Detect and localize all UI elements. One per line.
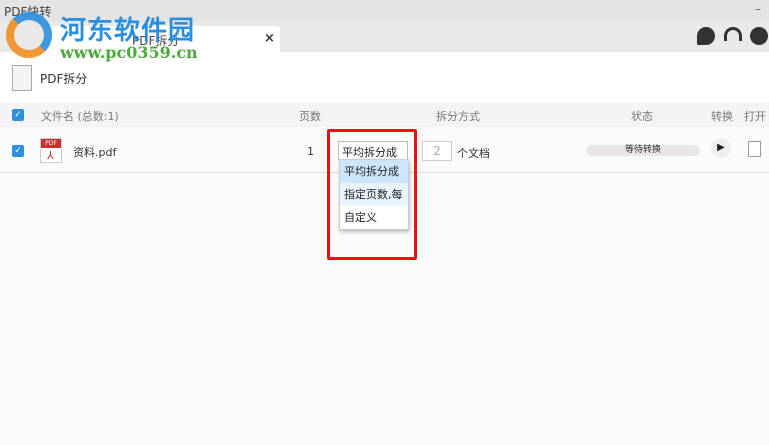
header-method: 拆分方式 [436, 110, 480, 123]
pdf-split-button[interactable]: PDF拆分 [40, 70, 87, 87]
file-name: 资料.pdf [73, 146, 117, 159]
open-file-icon[interactable] [748, 141, 761, 157]
table-header: ✓ 文件名 (总数:1) 页数 拆分方式 状态 转换 打开 [0, 103, 769, 127]
row-checkbox[interactable]: ✓ [12, 145, 24, 157]
header-open: 打开 [744, 110, 766, 123]
page-count: 1 [307, 145, 314, 158]
play-convert-button[interactable]: ▶ [711, 138, 731, 158]
header-pages: 页数 [299, 110, 321, 123]
highlight-box [327, 129, 417, 260]
watermark-name: 河东软件园 [60, 16, 196, 46]
headset-icon[interactable] [724, 27, 742, 41]
minimize-button[interactable]: – [755, 2, 761, 16]
header-status: 状态 [631, 110, 653, 123]
select-all-checkbox[interactable]: ✓ [12, 109, 24, 121]
header-filename: 文件名 (总数:1) [41, 110, 119, 123]
status-badge: 等待转换 [586, 145, 700, 156]
doc-count-input[interactable]: 2 [422, 141, 452, 161]
watermark-logo [6, 12, 52, 58]
play-icon: ▶ [717, 142, 725, 153]
header-convert: 转换 [711, 110, 733, 123]
user-icon[interactable] [750, 27, 768, 45]
pdf-split-icon[interactable] [12, 65, 32, 91]
doc-count-unit: 个文档 [457, 147, 490, 160]
tab-close-button[interactable]: × [264, 31, 275, 46]
watermark-url: www.pc0359.cn [60, 43, 198, 62]
chat-icon[interactable] [697, 27, 715, 45]
pdf-file-icon: PDF ⅄ [40, 138, 62, 163]
